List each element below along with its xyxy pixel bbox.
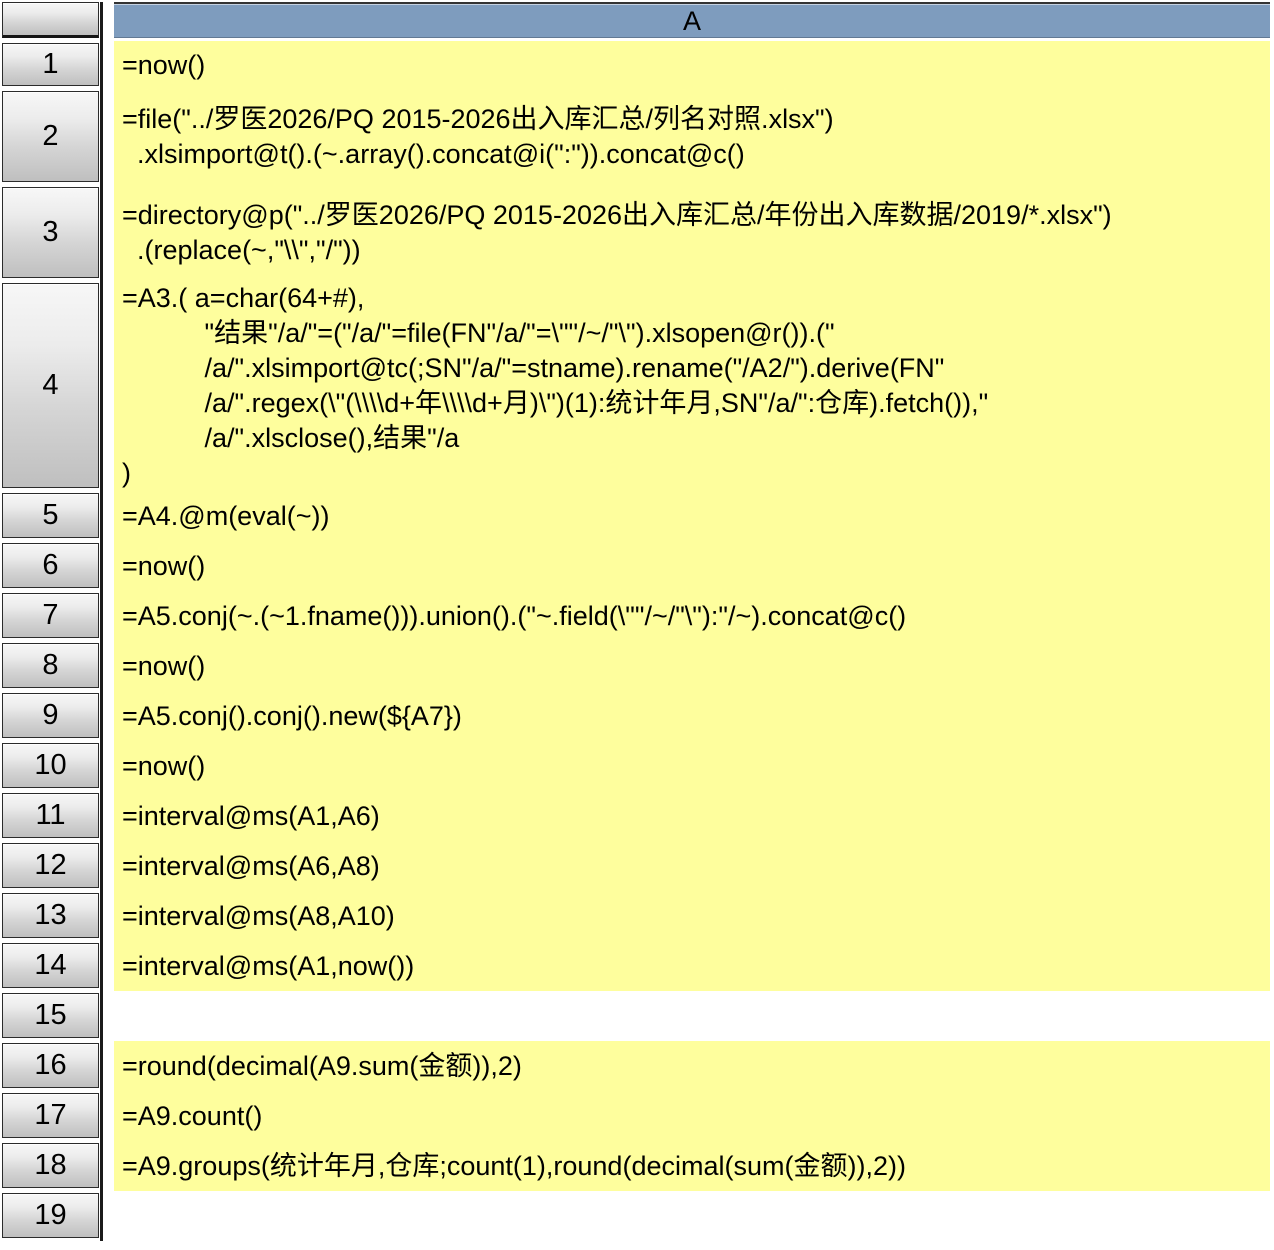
cell-A4[interactable]: =A3.( a=char(64+#), "结果"/a/"=("/a/"=file…: [114, 281, 1270, 491]
row-header-2[interactable]: 2: [2, 91, 99, 182]
cell-text: =now(): [122, 48, 205, 83]
cell-text: =now(): [122, 749, 205, 784]
cell-text: =round(decimal(A9.sum(金额)),2): [122, 1049, 522, 1084]
cell-text: =now(): [122, 549, 205, 584]
cell-A3[interactable]: =directory@p("../罗医2026/PQ 2015-2026出入库汇…: [114, 185, 1270, 281]
cell-A15[interactable]: [114, 991, 1270, 1041]
cell-A7[interactable]: =A5.conj(~.(~1.fname())).union().("~.fie…: [114, 591, 1270, 641]
cell-A19[interactable]: [114, 1191, 1270, 1241]
row-header-16[interactable]: 16: [2, 1043, 99, 1088]
cell-A6[interactable]: =now(): [114, 541, 1270, 591]
row-header-4[interactable]: 4: [2, 283, 99, 488]
cell-text: =file("../罗医2026/PQ 2015-2026出入库汇总/列名对照.…: [122, 102, 834, 172]
row-header-7[interactable]: 7: [2, 593, 99, 638]
cell-A11[interactable]: =interval@ms(A1,A6): [114, 791, 1270, 841]
cell-text: =A5.conj().conj().new(${A7}): [122, 699, 462, 734]
cell-text: =now(): [122, 649, 205, 684]
spl-spreadsheet: A 1 =now() 2 =file("../罗医2026/PQ 2015-2026出…: [0, 0, 1274, 1250]
cell-A10[interactable]: =now(): [114, 741, 1270, 791]
cell-text: =A9.count(): [122, 1099, 262, 1134]
row-header-3[interactable]: 3: [2, 187, 99, 278]
cell-A8[interactable]: =now(): [114, 641, 1270, 691]
cell-A13[interactable]: =interval@ms(A8,A10): [114, 891, 1270, 941]
cell-A18[interactable]: =A9.groups(统计年月,仓库;count(1),round(decima…: [114, 1141, 1270, 1191]
cell-A2[interactable]: =file("../罗医2026/PQ 2015-2026出入库汇总/列名对照.…: [114, 89, 1270, 185]
row-header-5[interactable]: 5: [2, 493, 99, 538]
cell-text: =directory@p("../罗医2026/PQ 2015-2026出入库汇…: [122, 198, 1112, 268]
cell-A1[interactable]: =now(): [114, 41, 1270, 89]
header-column-divider: [100, 2, 103, 1241]
row-header-11[interactable]: 11: [2, 793, 99, 838]
column-header-A[interactable]: A: [114, 2, 1270, 38]
cell-text: =A3.( a=char(64+#), "结果"/a/"=("/a/"=file…: [122, 281, 988, 491]
row-header-18[interactable]: 18: [2, 1143, 99, 1188]
cell-A5[interactable]: =A4.@m(eval(~)): [114, 491, 1270, 541]
row-header-12[interactable]: 12: [2, 843, 99, 888]
cell-A17[interactable]: =A9.count(): [114, 1091, 1270, 1141]
row-header-6[interactable]: 6: [2, 543, 99, 588]
cell-text: =interval@ms(A6,A8): [122, 849, 380, 884]
cell-text: =interval@ms(A1,now()): [122, 949, 414, 984]
cell-text: =A5.conj(~.(~1.fname())).union().("~.fie…: [122, 599, 906, 634]
cell-text: =interval@ms(A8,A10): [122, 899, 395, 934]
cell-A16[interactable]: =round(decimal(A9.sum(金额)),2): [114, 1041, 1270, 1091]
corner-cell[interactable]: [2, 2, 99, 38]
column-header-label: A: [683, 6, 701, 37]
row-header-8[interactable]: 8: [2, 643, 99, 688]
row-header-14[interactable]: 14: [2, 943, 99, 988]
cell-A14[interactable]: =interval@ms(A1,now()): [114, 941, 1270, 991]
row-header-17[interactable]: 17: [2, 1093, 99, 1138]
cell-text: =interval@ms(A1,A6): [122, 799, 380, 834]
cell-A9[interactable]: =A5.conj().conj().new(${A7}): [114, 691, 1270, 741]
row-header-13[interactable]: 13: [2, 893, 99, 938]
row-header-19[interactable]: 19: [2, 1193, 99, 1238]
row-header-15[interactable]: 15: [2, 993, 99, 1038]
cell-text: =A4.@m(eval(~)): [122, 499, 329, 534]
cell-A12[interactable]: =interval@ms(A6,A8): [114, 841, 1270, 891]
row-header-1[interactable]: 1: [2, 43, 99, 86]
cell-text: =A9.groups(统计年月,仓库;count(1),round(decima…: [122, 1149, 906, 1184]
row-header-10[interactable]: 10: [2, 743, 99, 788]
row-header-9[interactable]: 9: [2, 693, 99, 738]
